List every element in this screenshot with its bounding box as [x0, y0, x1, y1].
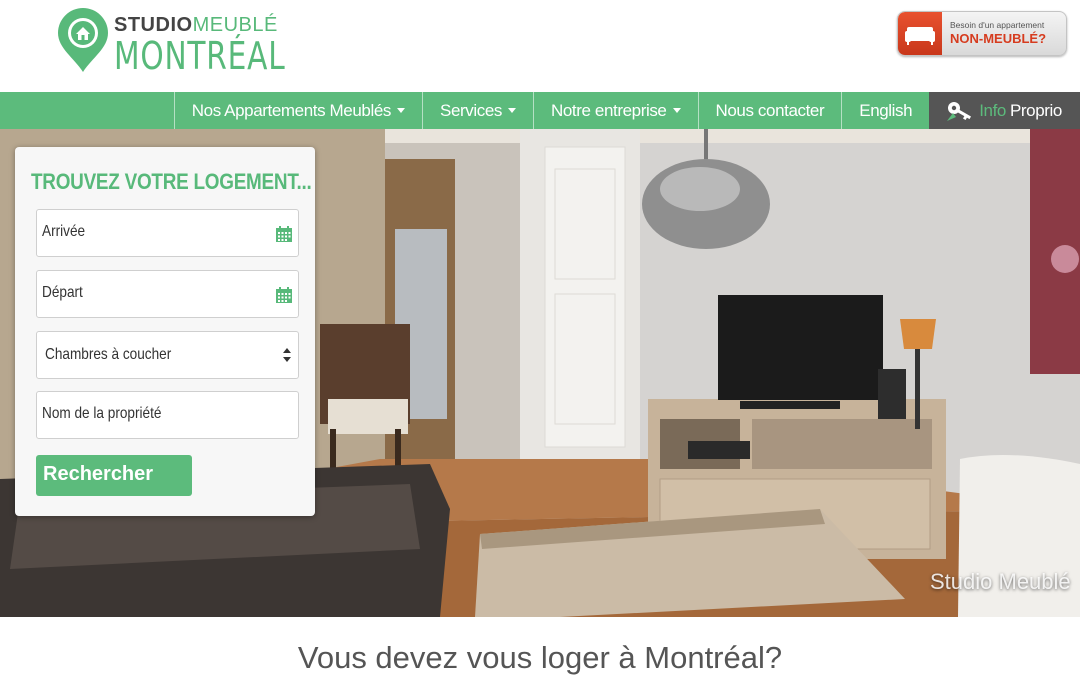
- caret-down-icon: [397, 108, 405, 113]
- home-pin-icon: [58, 8, 108, 73]
- main-nav: Nos Appartements Meublés Services Notre …: [0, 92, 1080, 129]
- keys-icon: [947, 101, 972, 121]
- nav-services-label: Services: [440, 100, 502, 120]
- bedrooms-selected-value: Chambres à coucher: [45, 346, 172, 363]
- calendar-icon: [276, 287, 292, 303]
- site-logo[interactable]: STUDIOMEUBLÉ MONTRÉAL: [56, 8, 285, 76]
- search-panel: TROUVEZ VOTRE LOGEMENT... Arrivée Départ: [15, 147, 315, 516]
- logo-studio-text: STUDIO: [114, 14, 193, 36]
- caret-down-icon: [672, 108, 681, 113]
- property-name-input[interactable]: Nom de la propriété: [36, 391, 299, 439]
- logo-meuble-text: MEUBLÉ: [192, 14, 278, 36]
- search-button[interactable]: Rechercher: [36, 455, 192, 496]
- nav-apartments[interactable]: Nos Appartements Meublés: [173, 92, 422, 129]
- select-arrows-icon: [283, 348, 291, 362]
- photo-watermark: Studio Meublé: [930, 569, 1071, 594]
- nav-company-label: Notre entreprise: [551, 100, 667, 120]
- calendar-icon: [276, 226, 292, 242]
- nav-contact-label: Nous contacter: [715, 100, 825, 120]
- departure-date-input[interactable]: Départ: [36, 270, 299, 318]
- nav-contact[interactable]: Nous contacter: [697, 92, 842, 129]
- property-placeholder: Nom de la propriété: [42, 405, 162, 422]
- bedrooms-select[interactable]: Chambres à coucher: [36, 331, 299, 379]
- promo-line2: NON-MEUBLÉ?: [950, 31, 1047, 46]
- departure-placeholder: Départ: [42, 284, 83, 301]
- sofa-icon: [898, 12, 942, 55]
- page-heading: Vous devez vous loger à Montréal?: [297, 640, 783, 675]
- nav-owner-info[interactable]: Info Proprio: [929, 92, 1080, 129]
- nav-english[interactable]: English: [841, 92, 929, 129]
- logo-montreal-text: MONTRÉAL: [114, 34, 286, 78]
- nav-services[interactable]: Services: [422, 92, 533, 129]
- nav-english-label: English: [859, 100, 913, 120]
- search-panel-title: TROUVEZ VOTRE LOGEMENT...: [31, 169, 312, 194]
- site-header: STUDIOMEUBLÉ MONTRÉAL Besoin d'un appart…: [0, 0, 1080, 92]
- nav-company[interactable]: Notre entreprise: [533, 92, 698, 129]
- nav-owner-proprio-label: Proprio: [1009, 100, 1062, 120]
- nav-apartments-label: Nos Appartements Meublés: [191, 100, 392, 120]
- arrival-date-input[interactable]: Arrivée: [36, 209, 299, 257]
- arrival-placeholder: Arrivée: [42, 223, 86, 240]
- caret-down-icon: [508, 108, 516, 113]
- promo-line1: Besoin d'un appartement: [950, 20, 1045, 30]
- nav-owner-info-label: Info: [979, 100, 1006, 120]
- unfurnished-promo-button[interactable]: Besoin d'un appartement NON-MEUBLÉ?: [897, 11, 1067, 56]
- logo-wordmark-top: STUDIOMEUBLÉ: [114, 14, 278, 36]
